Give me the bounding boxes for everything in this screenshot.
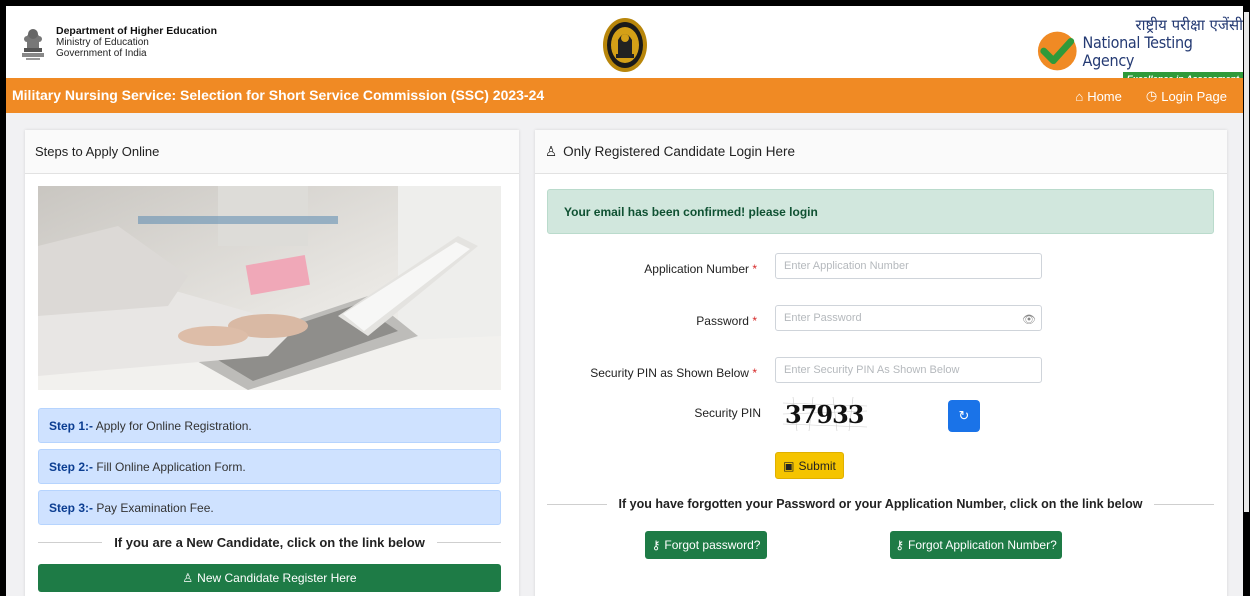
new-candidate-divider: If you are a New Candidate, click on the… xyxy=(38,535,502,550)
laptop-typing-illustration xyxy=(38,186,501,390)
refresh-icon: ↻ xyxy=(958,408,970,423)
save-icon: ▣ xyxy=(783,458,795,473)
key-icon: ⚷ xyxy=(895,538,905,552)
submit-label: Submit xyxy=(798,458,836,473)
new-candidate-register-button[interactable]: ♙ New Candidate Register Here xyxy=(38,564,501,592)
department-branding: Department of Higher Education Ministry … xyxy=(18,22,217,62)
steps-panel-title: Steps to Apply Online xyxy=(25,130,519,174)
key-icon: ⚷ xyxy=(651,538,661,552)
forgot-password-button[interactable]: ⚷ Forgot password? xyxy=(645,531,767,559)
user-icon: ♙ xyxy=(182,571,194,585)
vertical-scrollbar[interactable] xyxy=(1243,0,1250,596)
forgot-divider: If you have forgotten your Password or y… xyxy=(547,497,1215,511)
forgot-password-label: Forgot password? xyxy=(664,538,761,552)
captcha-image: 37933 xyxy=(783,397,867,431)
nta-branding: राष्ट्रीय परीक्षा एजेंसी National Testin… xyxy=(1036,16,1243,86)
nta-hindi-name: राष्ट्रीय परीक्षा एजेंसी xyxy=(1135,16,1243,34)
password-input[interactable] xyxy=(775,305,1042,331)
new-candidate-text: If you are a New Candidate, click on the… xyxy=(114,535,425,550)
nta-english-name: National Testing Agency xyxy=(1082,33,1193,70)
login-panel-header: ♙ Only Registered Candidate Login Here xyxy=(535,130,1227,174)
forgot-application-number-button[interactable]: ⚷ Forgot Application Number? xyxy=(890,531,1062,559)
forgot-application-number-label: Forgot Application Number? xyxy=(908,538,1057,552)
home-link[interactable]: ⌂ Home xyxy=(1075,88,1122,104)
application-number-label-text: Application Number xyxy=(644,262,749,276)
scrollbar-thumb[interactable] xyxy=(1244,12,1249,512)
security-pin-input[interactable] xyxy=(775,357,1042,383)
browser-viewport: Department of Higher Education Ministry … xyxy=(6,6,1243,596)
captcha-text: 37933 xyxy=(785,400,864,429)
user-icon: ♙ xyxy=(545,143,558,159)
department-title: Department of Higher Education xyxy=(56,24,218,37)
national-emblem-icon xyxy=(22,29,44,60)
step-2: Step 2:- Fill Online Application Form. xyxy=(38,449,501,484)
step-2-text: Fill Online Application Form. xyxy=(93,460,246,474)
refresh-captcha-button[interactable]: ↻ xyxy=(948,400,980,432)
password-label-text: Password xyxy=(696,314,749,328)
required-mark: * xyxy=(752,262,757,276)
security-pin-label: Security PIN xyxy=(694,406,761,420)
email-confirmed-alert: Your email has been confirmed! please lo… xyxy=(547,189,1214,234)
login-panel-title: Only Registered Candidate Login Here xyxy=(563,144,795,159)
required-mark: * xyxy=(752,366,757,380)
login-page-link[interactable]: ◷ Login Page xyxy=(1146,88,1227,104)
home-icon: ⌂ xyxy=(1075,88,1084,104)
forgot-text: If you have forgotten your Password or y… xyxy=(618,497,1143,511)
step-3: Step 3:- Pay Examination Fee. xyxy=(38,490,501,525)
military-nursing-seal-logo xyxy=(603,18,647,72)
step-3-text: Pay Examination Fee. xyxy=(93,501,214,515)
security-pin-input-label: Security PIN as Shown Below * xyxy=(590,366,757,380)
login-page-link-label: Login Page xyxy=(1161,88,1227,104)
government-name: Government of India xyxy=(56,47,147,59)
nta-checkmark-logo xyxy=(1037,31,1077,71)
application-number-input[interactable] xyxy=(775,253,1042,279)
step-1: Step 1:- Apply for Online Registration. xyxy=(38,408,501,443)
site-header: Department of Higher Education Ministry … xyxy=(6,6,1243,86)
clock-icon: ◷ xyxy=(1145,88,1158,103)
steps-panel: Steps to Apply Online Step 1:- Apply for… xyxy=(25,130,519,596)
exam-navbar: Military Nursing Service: Selection for … xyxy=(6,78,1243,113)
login-panel: ♙ Only Registered Candidate Login Here Y… xyxy=(535,130,1227,596)
step-1-number: Step 1:- xyxy=(49,419,94,433)
step-2-number: Step 2:- xyxy=(49,460,94,474)
application-number-label: Application Number * xyxy=(644,262,757,276)
security-pin-input-label-text: Security PIN as Shown Below xyxy=(590,366,749,380)
ministry-name: Ministry of Education xyxy=(56,36,149,48)
required-mark: * xyxy=(752,314,757,328)
home-link-label: Home xyxy=(1087,88,1122,104)
exam-title: Military Nursing Service: Selection for … xyxy=(12,87,545,103)
password-label: Password * xyxy=(696,314,757,328)
eye-slash-icon[interactable]: 👁 xyxy=(1022,313,1036,326)
submit-button[interactable]: ▣ Submit xyxy=(775,452,844,479)
step-1-text: Apply for Online Registration. xyxy=(93,419,252,433)
step-3-number: Step 3:- xyxy=(49,501,94,515)
new-candidate-register-label: New Candidate Register Here xyxy=(197,571,357,585)
